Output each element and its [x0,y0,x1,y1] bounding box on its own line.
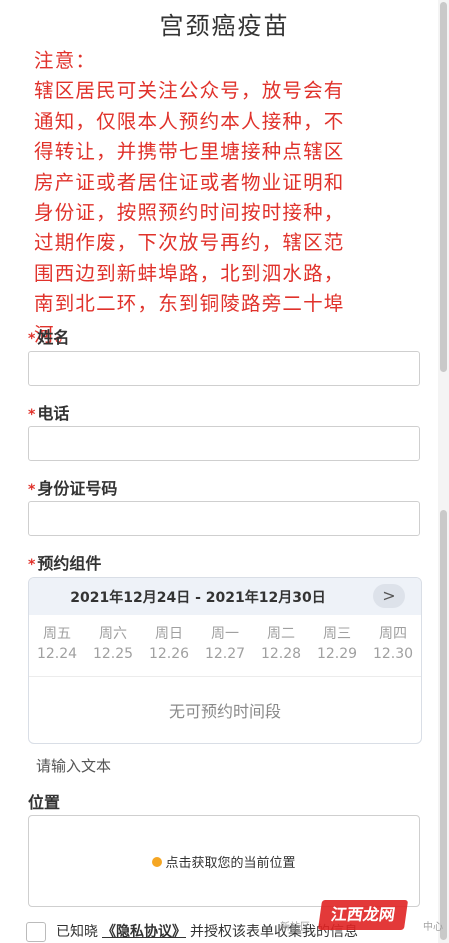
day-list: 周五 12.24 周六 12.25 周日 12.26 周一 12.27 周二 1… [29,624,421,666]
day-weekday: 周二 [267,626,295,642]
day-date: 12.25 [92,646,134,662]
day-weekday: 周四 [379,626,407,642]
required-mark: * [28,482,36,498]
scrollbar-thumb[interactable] [440,510,447,940]
notice-line: 房产证或者居住证或者物业证明和 [34,170,345,194]
notice-line: 得转让，并携带七里塘接种点辖区 [34,140,345,164]
notice-line: 通知，仅限本人预约本人接种，不 [34,109,345,133]
notice-line: 辖区居民可关注公众号，放号会有 [34,79,345,103]
day-item[interactable]: 周二 12.28 [253,624,309,664]
get-location-button[interactable]: 点击获取您的当前位置 [29,852,419,871]
name-label-text: 姓名 [37,328,70,347]
watermark: 新站区 江西龙网 中心 [280,900,449,943]
chevron-right-icon: > [382,586,396,605]
day-date: 12.30 [372,646,414,662]
id-number-label-text: 身份证号码 [37,479,118,498]
notice-text: 注意： 辖区居民可关注公众号，放号会有 通知，仅限本人预约本人接种，不 得转让，… [34,46,424,350]
day-item[interactable]: 周一 12.27 [197,624,253,664]
day-item[interactable]: 周六 12.25 [85,624,141,664]
booking-widget: 2021年12月24日 - 2021年12月30日 > 周五 12.24 周六 … [28,577,422,744]
location-pin-icon [152,856,163,867]
agreement-checkbox[interactable] [26,922,46,942]
phone-label: * 电话 [28,400,69,424]
notice-line: 身份证，按照预约时间按时接种， [34,201,345,225]
name-label: * 姓名 [28,324,69,348]
location-box: 点击获取您的当前位置 [28,815,420,907]
day-date: 12.27 [204,646,246,662]
day-weekday: 周一 [211,626,239,642]
day-item[interactable]: 周日 12.26 [141,624,197,664]
id-number-label: * 身份证号码 [28,475,117,499]
name-input[interactable] [28,351,420,386]
day-weekday: 周日 [155,626,183,642]
privacy-link[interactable]: 《隐私协议》 [102,924,186,940]
phone-input[interactable] [28,426,420,461]
notice-line: 过期作废，下次放号再约，辖区范 [34,231,345,255]
day-date: 12.26 [148,646,190,662]
day-weekday: 周三 [323,626,351,642]
day-weekday: 周六 [99,626,127,642]
divider [29,676,421,677]
no-slots-message: 无可预约时间段 [168,702,281,721]
notice-line: 河。 [34,322,76,346]
get-location-text: 点击获取您的当前位置 [165,856,296,871]
scrollbar-thumb[interactable] [440,2,447,372]
booking-label-text: 预约组件 [37,554,102,573]
date-range: 2021年12月24日 - 2021年12月30日 [70,590,326,606]
location-label: 位置 [28,793,61,812]
watermark-right-text: 中心 [423,922,443,933]
required-mark: * [28,557,36,573]
next-week-button[interactable]: > [373,584,405,608]
watermark-left-text: 新站区 [280,922,310,933]
watermark-logo: 江西龙网 [317,900,409,930]
day-weekday: 周五 [43,626,71,642]
notice-line: 注意： [34,49,97,72]
booking-label: * 预约组件 [28,550,101,574]
required-mark: * [28,331,36,347]
id-number-input[interactable] [28,501,420,536]
day-date: 12.28 [260,646,302,662]
agreement-prefix: 已知晓 [56,924,98,940]
notice-line: 围西边到新蚌埠路，北到泗水路， [34,261,345,285]
day-item[interactable]: 周五 12.24 [29,624,85,664]
text-input-hint[interactable]: 请输入文本 [36,755,111,776]
notice-line: 南到北二环，东到铜陵路旁二十埠 [34,292,345,316]
page-title: 宫颈癌疫苗 [159,12,290,40]
day-date: 12.29 [316,646,358,662]
required-mark: * [28,407,36,423]
phone-label-text: 电话 [37,404,70,423]
day-date: 12.24 [36,646,78,662]
booking-header: 2021年12月24日 - 2021年12月30日 > [29,578,421,615]
day-item[interactable]: 周三 12.29 [309,624,365,664]
day-item[interactable]: 周四 12.30 [365,624,421,664]
